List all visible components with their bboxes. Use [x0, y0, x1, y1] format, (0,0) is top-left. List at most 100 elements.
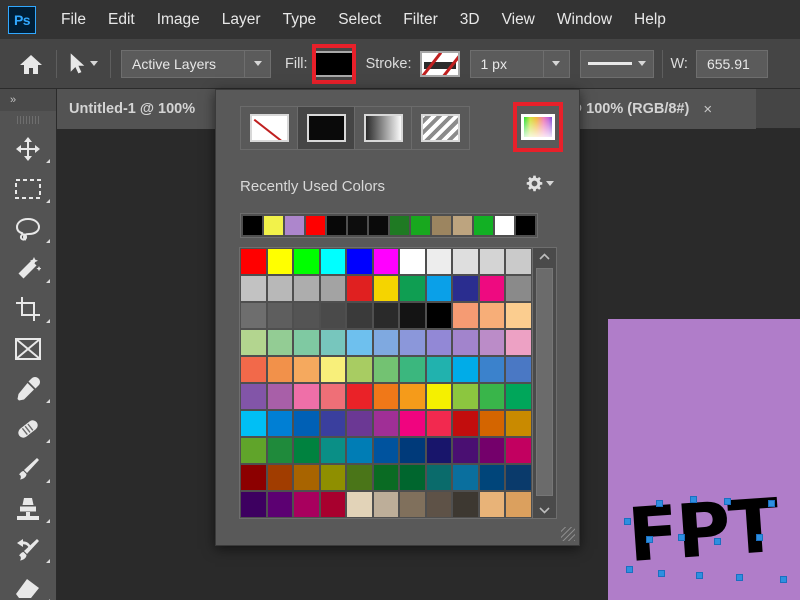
color-swatch[interactable]: [241, 411, 266, 436]
color-swatch[interactable]: [400, 330, 425, 355]
color-swatch[interactable]: [267, 465, 293, 490]
menu-image[interactable]: Image: [146, 8, 211, 32]
fill-color-swatch[interactable]: [313, 50, 354, 77]
color-swatch[interactable]: [347, 384, 372, 409]
color-swatch[interactable]: [426, 357, 452, 382]
color-swatch[interactable]: [241, 276, 266, 301]
panel-settings-chevron-down-icon[interactable]: [546, 181, 554, 186]
menu-file[interactable]: File: [50, 8, 97, 32]
color-swatch[interactable]: [479, 276, 505, 301]
color-swatch[interactable]: [347, 492, 372, 517]
color-swatch[interactable]: [347, 249, 372, 274]
frame-tool[interactable]: [0, 329, 56, 369]
color-swatch[interactable]: [267, 384, 293, 409]
color-swatch[interactable]: [347, 438, 372, 463]
color-swatch[interactable]: [400, 303, 425, 328]
color-swatch[interactable]: [506, 411, 531, 436]
recent-color-swatch[interactable]: [243, 216, 262, 235]
scrollbar-thumb[interactable]: [536, 268, 553, 496]
color-swatch[interactable]: [267, 276, 293, 301]
color-swatch[interactable]: [347, 330, 372, 355]
color-swatch[interactable]: [320, 249, 346, 274]
stroke-style-select[interactable]: [579, 49, 654, 78]
color-swatch[interactable]: [506, 249, 531, 274]
tools-drag-grip[interactable]: [0, 111, 56, 129]
path-anchor-point[interactable]: [768, 500, 775, 507]
menu-edit[interactable]: Edit: [97, 8, 146, 32]
home-icon[interactable]: [14, 49, 48, 79]
recent-color-swatch[interactable]: [369, 216, 388, 235]
color-swatch[interactable]: [373, 411, 399, 436]
color-swatch[interactable]: [241, 357, 266, 382]
color-swatch[interactable]: [267, 357, 293, 382]
color-swatch[interactable]: [373, 303, 399, 328]
color-swatch[interactable]: [347, 411, 372, 436]
recent-color-swatch[interactable]: [264, 216, 283, 235]
clone-stamp-tool[interactable]: [0, 489, 56, 529]
color-swatch[interactable]: [373, 330, 399, 355]
recent-color-swatch[interactable]: [285, 216, 304, 235]
color-swatch[interactable]: [294, 276, 319, 301]
color-swatch[interactable]: [453, 303, 478, 328]
color-swatch[interactable]: [347, 276, 372, 301]
fill-type-gradient[interactable]: [355, 107, 412, 149]
path-anchor-point[interactable]: [724, 498, 731, 505]
color-swatch[interactable]: [426, 492, 452, 517]
path-anchor-point[interactable]: [756, 534, 763, 541]
fill-type-no-fill[interactable]: [241, 107, 298, 149]
scroll-up-chevron-icon[interactable]: [533, 248, 556, 264]
color-swatch[interactable]: [320, 438, 346, 463]
color-swatch[interactable]: [267, 438, 293, 463]
tools-expand-button[interactable]: »: [0, 89, 56, 111]
menu-view[interactable]: View: [491, 8, 546, 32]
color-swatch[interactable]: [294, 357, 319, 382]
color-swatch[interactable]: [426, 276, 452, 301]
crop-tool[interactable]: [0, 289, 56, 329]
path-anchor-point[interactable]: [624, 518, 631, 525]
color-swatch[interactable]: [373, 492, 399, 517]
color-swatch[interactable]: [320, 411, 346, 436]
tool-preset-chevron-down-icon[interactable]: [90, 61, 98, 66]
color-swatch[interactable]: [373, 384, 399, 409]
menu-layer[interactable]: Layer: [211, 8, 272, 32]
color-swatch[interactable]: [347, 465, 372, 490]
color-swatch[interactable]: [506, 276, 531, 301]
color-swatch[interactable]: [479, 303, 505, 328]
color-picker-button[interactable]: [513, 102, 563, 152]
color-swatch[interactable]: [373, 438, 399, 463]
color-swatch[interactable]: [241, 249, 266, 274]
document-tab-2[interactable]: @ 100% (RGB/8#) ×: [556, 89, 756, 129]
width-field[interactable]: 655.91: [695, 49, 768, 78]
color-swatch[interactable]: [426, 303, 452, 328]
recent-color-swatch[interactable]: [327, 216, 346, 235]
color-swatch[interactable]: [479, 357, 505, 382]
menu-window[interactable]: Window: [546, 8, 623, 32]
color-swatch[interactable]: [373, 276, 399, 301]
menu-3d[interactable]: 3D: [449, 8, 491, 32]
recent-color-swatch[interactable]: [495, 216, 514, 235]
color-swatch[interactable]: [426, 465, 452, 490]
color-swatch[interactable]: [426, 438, 452, 463]
panel-resize-grip[interactable]: [561, 527, 575, 541]
color-swatch[interactable]: [426, 330, 452, 355]
color-swatch[interactable]: [294, 249, 319, 274]
color-swatch[interactable]: [506, 438, 531, 463]
scroll-down-chevron-icon[interactable]: [533, 502, 556, 518]
path-anchor-point[interactable]: [780, 576, 787, 583]
color-swatch[interactable]: [294, 411, 319, 436]
path-anchor-point[interactable]: [626, 566, 633, 573]
color-swatch[interactable]: [373, 249, 399, 274]
color-swatch[interactable]: [400, 384, 425, 409]
color-swatch[interactable]: [479, 411, 505, 436]
color-swatch[interactable]: [426, 411, 452, 436]
color-swatch[interactable]: [320, 465, 346, 490]
recent-color-swatch[interactable]: [474, 216, 493, 235]
path-selection-arrow-icon[interactable]: [65, 52, 102, 75]
color-swatch[interactable]: [453, 357, 478, 382]
color-swatch[interactable]: [320, 357, 346, 382]
color-swatch[interactable]: [453, 330, 478, 355]
color-swatch[interactable]: [426, 384, 452, 409]
color-swatch[interactable]: [453, 411, 478, 436]
recent-color-swatch[interactable]: [411, 216, 430, 235]
color-swatch[interactable]: [506, 303, 531, 328]
